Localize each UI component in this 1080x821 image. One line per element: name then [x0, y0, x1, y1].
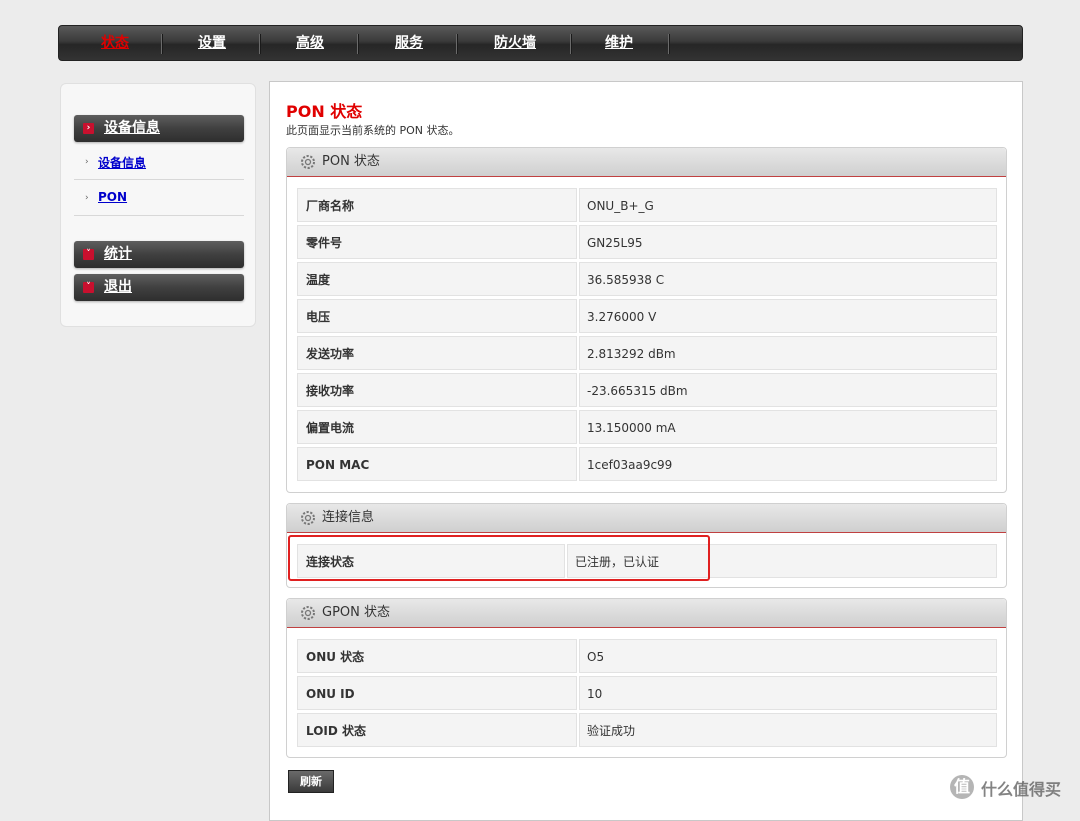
row-key: 温度	[297, 262, 577, 296]
row-key: 偏置电流	[297, 410, 577, 444]
refresh-button[interactable]: 刷新	[288, 770, 334, 793]
table-row: ONU 状态 O5	[297, 639, 997, 673]
watermark-logo: 值	[950, 775, 974, 799]
sidebar-header-label: 统计	[104, 246, 132, 262]
row-key: PON MAC	[297, 447, 577, 481]
nav-advanced[interactable]: 高级	[296, 26, 324, 60]
main-content: PON 状态 此页面显示当前系统的 PON 状态。 PON 状态 厂商名称 ON…	[269, 81, 1023, 821]
table-row: 发送功率 2.813292 dBm	[297, 336, 997, 370]
panel-title: PON 状态	[322, 154, 380, 169]
highlight-annotation	[288, 535, 710, 581]
sidebar-header-label: 退出	[104, 279, 132, 295]
panel-header: 连接信息	[287, 504, 1006, 533]
row-value: 3.276000 V	[579, 299, 997, 333]
sidebar-header-device-info[interactable]: › 设备信息	[74, 115, 244, 142]
row-value: 1cef03aa9c99	[579, 447, 997, 481]
table-row: 厂商名称 ONU_B+_G	[297, 188, 997, 222]
nav-status[interactable]: 状态	[101, 26, 129, 60]
table-row: 温度 36.585938 C	[297, 262, 997, 296]
sidebar-header-logout[interactable]: ˅ 退出	[74, 274, 244, 301]
row-value: 36.585938 C	[579, 262, 997, 296]
sidebar-header-stats[interactable]: ˅ 统计	[74, 241, 244, 268]
table-row: ONU ID 10	[297, 676, 997, 710]
nav-maintenance[interactable]: 维护	[605, 26, 633, 60]
panel-header: PON 状态	[287, 148, 1006, 177]
row-value: 10	[579, 676, 997, 710]
sidebar: › 设备信息 › 设备信息 › PON ˅ 统计 ˅ 退出	[60, 83, 256, 327]
gear-icon	[301, 155, 315, 169]
sidebar-item-label[interactable]: 设备信息	[98, 154, 146, 171]
row-value: 13.150000 mA	[579, 410, 997, 444]
row-value: ONU_B+_G	[579, 188, 997, 222]
row-key: 接收功率	[297, 373, 577, 407]
row-key: ONU ID	[297, 676, 577, 710]
row-value: 2.813292 dBm	[579, 336, 997, 370]
nav-separator	[570, 34, 572, 54]
page-title: PON 状态	[286, 102, 363, 121]
row-key: LOID 状态	[297, 713, 577, 747]
pon-status-panel: PON 状态 厂商名称 ONU_B+_G 零件号 GN25L95 温度 36.5…	[286, 147, 1007, 493]
bullet-icon: ›	[85, 193, 89, 203]
panel-title: GPON 状态	[322, 605, 391, 620]
table-row: 偏置电流 13.150000 mA	[297, 410, 997, 444]
gpon-status-panel: GPON 状态 ONU 状态 O5 ONU ID 10 LOID 状态 验证成功	[286, 598, 1007, 758]
watermark-text: 什么值得买	[981, 780, 1062, 799]
gear-icon	[301, 511, 315, 525]
table-row: 电压 3.276000 V	[297, 299, 997, 333]
nav-separator	[259, 34, 261, 54]
nav-services[interactable]: 服务	[395, 26, 423, 60]
row-key: ONU 状态	[297, 639, 577, 673]
table-row: 接收功率 -23.665315 dBm	[297, 373, 997, 407]
nav-firewall[interactable]: 防火墙	[494, 26, 536, 60]
panel-header: GPON 状态	[287, 599, 1006, 628]
page-description: 此页面显示当前系统的 PON 状态。	[286, 124, 460, 137]
row-key: 发送功率	[297, 336, 577, 370]
table-row: LOID 状态 验证成功	[297, 713, 997, 747]
chevron-down-icon: ˅	[83, 282, 94, 293]
gear-icon	[301, 606, 315, 620]
nav-separator	[456, 34, 458, 54]
sidebar-item-pon[interactable]: › PON	[74, 180, 244, 216]
bullet-icon: ›	[85, 157, 89, 167]
nav-settings[interactable]: 设置	[198, 26, 226, 60]
sidebar-item-label[interactable]: PON	[98, 190, 127, 204]
row-value: -23.665315 dBm	[579, 373, 997, 407]
row-key: 厂商名称	[297, 188, 577, 222]
row-value: GN25L95	[579, 225, 997, 259]
chevron-down-icon: ˅	[83, 249, 94, 260]
sidebar-item-device-info[interactable]: › 设备信息	[74, 144, 244, 180]
nav-separator	[668, 34, 670, 54]
chevron-right-icon: ›	[83, 123, 94, 134]
row-value: O5	[579, 639, 997, 673]
sidebar-header-label: 设备信息	[104, 120, 160, 136]
nav-separator	[161, 34, 163, 54]
top-nav: 状态 设置 高级 服务 防火墙 维护	[58, 25, 1023, 61]
table-row: PON MAC 1cef03aa9c99	[297, 447, 997, 481]
row-key: 电压	[297, 299, 577, 333]
row-value: 验证成功	[579, 713, 997, 747]
table-row: 零件号 GN25L95	[297, 225, 997, 259]
row-key: 零件号	[297, 225, 577, 259]
nav-separator	[357, 34, 359, 54]
panel-title: 连接信息	[322, 510, 375, 525]
